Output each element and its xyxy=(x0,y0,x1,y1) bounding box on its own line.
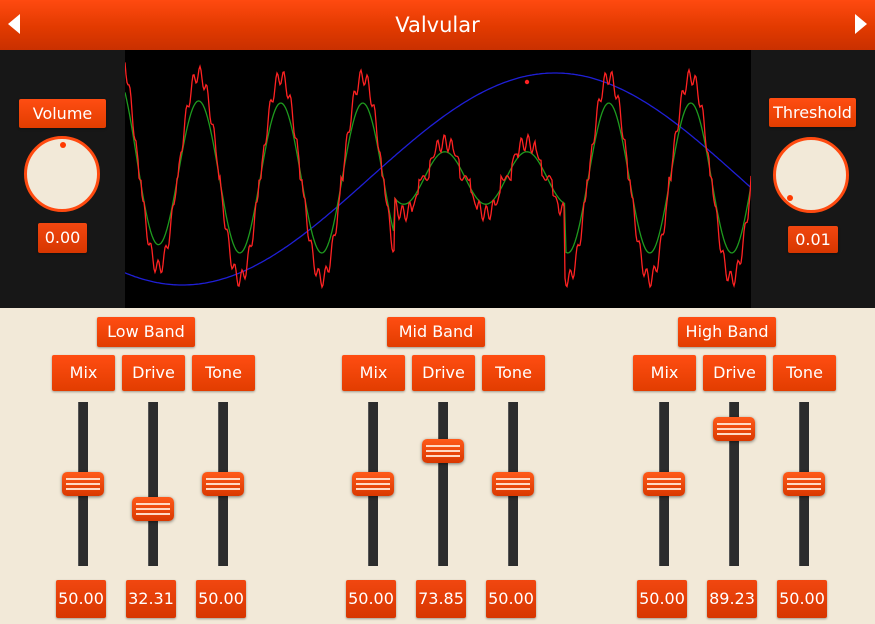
drive-value: 73.85 xyxy=(416,580,466,618)
thumb-grip-line xyxy=(66,478,100,480)
thumb-grip-line xyxy=(647,478,681,480)
thumb-grip-line xyxy=(356,483,390,485)
thumb-grip-line xyxy=(136,507,170,510)
drive-label: Drive xyxy=(412,355,475,391)
thumb-grip-line xyxy=(717,428,751,431)
drive-slider-track[interactable] xyxy=(148,402,158,566)
volume-knob-indicator xyxy=(60,142,66,148)
thumb-grip-line xyxy=(717,423,751,426)
thumb-grip-line xyxy=(136,502,170,505)
threshold-label: Threshold xyxy=(769,98,856,127)
band-header: Mid Band xyxy=(387,317,485,347)
thumb-grip-line xyxy=(426,454,460,457)
title-bar: Valvular xyxy=(0,0,875,50)
thumb-grip-line xyxy=(356,478,390,480)
thumb-grip-line xyxy=(717,433,751,436)
mix-slider-thumb[interactable] xyxy=(643,472,685,496)
thumb-grip-line xyxy=(496,483,530,485)
thumb-grip-line xyxy=(136,512,170,515)
thumb-grip-line xyxy=(647,483,681,485)
mix-value: 50.00 xyxy=(346,580,396,618)
tone-label: Tone xyxy=(482,355,545,391)
mix-value: 50.00 xyxy=(637,580,687,618)
volume-label: Volume xyxy=(19,99,106,128)
mix-label: Mix xyxy=(342,355,405,391)
threshold-knob[interactable] xyxy=(773,137,849,213)
mix-slider-thumb[interactable] xyxy=(62,472,104,496)
drive-slider-thumb[interactable] xyxy=(132,496,174,521)
waveform-svg xyxy=(124,62,752,290)
volume-knob[interactable] xyxy=(24,136,100,212)
drive-label: Drive xyxy=(703,355,766,391)
thumb-grip-line xyxy=(426,449,460,452)
mix-label: Mix xyxy=(52,355,115,391)
band-header: High Band xyxy=(678,317,776,347)
tone-slider-thumb[interactable] xyxy=(202,472,244,496)
output-waveform xyxy=(124,62,752,290)
thumb-grip-line xyxy=(787,488,821,490)
thumb-grip-line xyxy=(66,488,100,490)
band-header: Low Band xyxy=(97,317,195,347)
drive-slider-track[interactable] xyxy=(438,402,448,566)
thumb-grip-line xyxy=(356,488,390,490)
threshold-knob-indicator xyxy=(787,195,793,201)
thumb-grip-line xyxy=(426,444,460,447)
thumb-grip-line xyxy=(66,483,100,485)
tone-slider-thumb[interactable] xyxy=(783,472,825,496)
thumb-grip-line xyxy=(496,488,530,490)
thumb-grip-line xyxy=(647,488,681,490)
tone-slider-thumb[interactable] xyxy=(492,472,534,496)
waveform-display xyxy=(124,50,752,308)
next-preset-arrow-icon[interactable] xyxy=(855,14,867,34)
scope-marker-dot xyxy=(524,79,530,85)
drive-label: Drive xyxy=(122,355,185,391)
thumb-grip-line xyxy=(787,483,821,485)
thumb-grip-line xyxy=(496,478,530,480)
thumb-grip-line xyxy=(206,488,240,490)
thumb-grip-line xyxy=(206,483,240,485)
tone-label: Tone xyxy=(773,355,836,391)
tone-label: Tone xyxy=(192,355,255,391)
tone-value: 50.00 xyxy=(486,580,536,618)
thumb-grip-line xyxy=(206,478,240,480)
plugin-title: Valvular xyxy=(395,13,480,37)
volume-value: 0.00 xyxy=(38,223,87,253)
drive-slider-thumb[interactable] xyxy=(422,438,464,463)
mix-slider-thumb[interactable] xyxy=(352,472,394,496)
drive-value: 89.23 xyxy=(707,580,757,618)
drive-slider-thumb[interactable] xyxy=(713,417,755,442)
mix-label: Mix xyxy=(633,355,696,391)
threshold-value: 0.01 xyxy=(788,226,838,253)
tone-value: 50.00 xyxy=(196,580,246,618)
mix-value: 50.00 xyxy=(56,580,106,618)
tone-value: 50.00 xyxy=(777,580,827,618)
drive-value: 32.31 xyxy=(126,580,176,618)
thumb-grip-line xyxy=(787,478,821,480)
